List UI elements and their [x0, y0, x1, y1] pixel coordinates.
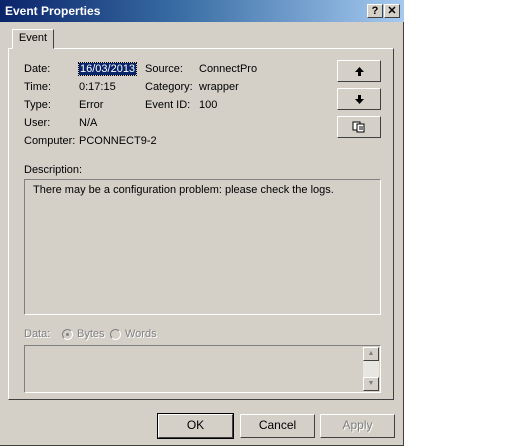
eventid-label: Event ID:: [145, 99, 191, 111]
source-label: Source:: [145, 63, 183, 75]
scroll-down-arrow-icon[interactable]: ▼: [363, 377, 379, 391]
ok-button[interactable]: OK: [157, 413, 234, 439]
category-label: Category:: [145, 81, 193, 93]
help-button[interactable]: ?: [367, 4, 383, 18]
copy-button[interactable]: [337, 116, 381, 138]
next-event-button[interactable]: [337, 88, 381, 110]
user-label: User:: [24, 117, 51, 129]
category-value: wrapper: [199, 81, 239, 93]
description-label: Description:: [24, 164, 83, 176]
date-value[interactable]: 16/03/2013: [77, 62, 138, 76]
words-radio[interactable]: [110, 329, 121, 340]
time-label: Time:: [24, 81, 52, 93]
date-value-text[interactable]: 16/03/2013: [77, 62, 138, 76]
words-label: Words: [125, 328, 157, 340]
arrow-down-icon: [354, 94, 364, 104]
data-label: Data:: [24, 328, 51, 340]
scroll-up-arrow-icon[interactable]: ▲: [363, 347, 379, 361]
tab-event[interactable]: Event: [12, 29, 54, 49]
eventid-value: 100: [199, 99, 218, 111]
type-label: Type:: [24, 99, 51, 111]
date-label: Date:: [24, 63, 50, 76]
close-button[interactable]: ✕: [384, 4, 400, 18]
arrow-up-icon: [354, 66, 364, 76]
bytes-label: Bytes: [77, 328, 105, 340]
window-title: Event Properties: [5, 4, 101, 18]
title-bar[interactable]: Event Properties ? ✕: [0, 0, 404, 22]
cancel-button[interactable]: Cancel: [240, 414, 315, 438]
computer-label: Computer:: [24, 135, 76, 147]
description-textbox[interactable]: There may be a configuration problem: pl…: [24, 179, 381, 315]
type-value: Error: [79, 99, 104, 111]
date-label-text: Date:: [24, 63, 51, 75]
user-value: N/A: [79, 117, 98, 129]
event-properties-dialog: Event Properties ? ✕ Event Date: 16/03/2…: [0, 0, 404, 446]
computer-value: PCONNECT9-2: [79, 135, 157, 147]
time-value: 0:17:15: [79, 81, 116, 93]
copy-icon: [352, 121, 365, 133]
previous-event-button[interactable]: [337, 60, 381, 82]
source-value: ConnectPro: [199, 63, 258, 75]
data-textbox[interactable]: ▲ ▼: [24, 345, 381, 393]
apply-button[interactable]: Apply: [320, 414, 395, 438]
bytes-radio[interactable]: [62, 329, 73, 340]
data-scrollbar[interactable]: ▲ ▼: [363, 347, 379, 391]
description-text: There may be a configuration problem: pl…: [33, 184, 334, 196]
